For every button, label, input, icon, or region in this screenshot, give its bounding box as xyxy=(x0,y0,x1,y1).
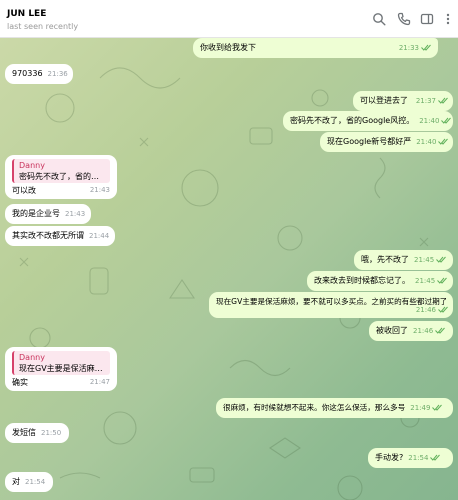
search-icon[interactable] xyxy=(372,12,386,26)
reply-sender: Danny xyxy=(19,161,45,170)
reply-snippet: 密码先不改了，省的Go... xyxy=(19,172,105,181)
message-time: 21:46 xyxy=(415,306,436,314)
message-time: 21:44 xyxy=(89,232,110,240)
message-time: 21:37 xyxy=(415,97,436,105)
message-text: 被收回了 xyxy=(376,326,408,335)
message-time: 21:43 xyxy=(89,186,110,194)
message-time: 21:54 xyxy=(25,478,46,486)
message-text: 970336 xyxy=(12,69,43,78)
read-checkmarks-icon xyxy=(438,138,449,145)
outgoing-message[interactable]: 被收回了 21:46 xyxy=(369,321,453,341)
contact-name[interactable]: JUN LEE xyxy=(7,9,46,19)
message-text: 发短信 xyxy=(12,428,36,437)
message-text: 密码先不改了，省的Google风控。 xyxy=(290,116,415,125)
read-checkmarks-icon xyxy=(441,117,452,124)
read-checkmarks-icon xyxy=(438,97,448,104)
phone-icon[interactable] xyxy=(397,12,411,26)
outgoing-message[interactable]: 改来改去到时候都忘记了。 21:45 xyxy=(307,271,453,291)
incoming-message[interactable]: 发短信 21:50 xyxy=(5,423,69,443)
incoming-message[interactable]: 970336 21:36 xyxy=(5,64,73,84)
message-time: 21:46 xyxy=(413,327,434,335)
read-checkmarks-icon xyxy=(438,306,448,313)
chat-area[interactable]: 你收到给我发下 21:33 970336 21:36 可以登进去了 21:37 密… xyxy=(0,38,458,500)
message-time: 21:43 xyxy=(65,210,86,218)
message-time: 21:45 xyxy=(415,277,436,285)
read-checkmarks-icon xyxy=(437,277,448,284)
more-icon[interactable] xyxy=(441,12,455,26)
message-time: 21:40 xyxy=(416,138,437,146)
message-text: 哦，先不改了 xyxy=(361,255,409,264)
message-time: 21:54 xyxy=(408,454,429,462)
message-time: 21:40 xyxy=(419,117,440,125)
reply-quote[interactable]: Danny 现在GV主要是保活麻烦... xyxy=(12,351,110,375)
reply-quote[interactable]: Danny 密码先不改了，省的Go... xyxy=(12,159,110,183)
read-checkmarks-icon xyxy=(435,327,446,334)
outgoing-message[interactable]: 哦，先不改了 21:45 xyxy=(354,250,453,270)
incoming-reply-message[interactable]: Danny 密码先不改了，省的Go... 可以改 21:43 xyxy=(5,155,117,199)
contact-status: last seen recently xyxy=(7,22,79,31)
message-text: 其实改不改都无所谓 xyxy=(12,231,84,240)
message-text: 确实 xyxy=(12,378,28,387)
message-text: 可以改 xyxy=(12,186,36,195)
sidebar-icon[interactable] xyxy=(420,12,434,26)
outgoing-message[interactable]: 现在Google新号都好严 21:40 xyxy=(320,132,453,152)
outgoing-message[interactable]: 手动发? 21:54 xyxy=(368,448,453,468)
message-text: 手动发? xyxy=(375,453,404,462)
message-text: 很麻烦，有时候就想不起来。你这怎么保活，那么多号 xyxy=(223,403,406,412)
outgoing-message[interactable]: 你收到给我发下 21:33 xyxy=(193,38,438,58)
message-text: 你收到给我发下 xyxy=(200,43,256,52)
read-checkmarks-icon xyxy=(430,454,441,461)
message-text: 可以登进去了 xyxy=(360,96,408,105)
read-checkmarks-icon xyxy=(432,404,443,411)
incoming-message[interactable]: 其实改不改都无所谓 21:44 xyxy=(5,226,115,246)
outgoing-message[interactable]: 现在GV主要是保活麻烦，要不就可以多买点。之前买的有些都过期了 21:46 xyxy=(209,292,453,318)
message-time: 21:45 xyxy=(414,256,435,264)
message-text: 现在Google新号都好严 xyxy=(327,137,412,146)
incoming-message[interactable]: 我的是企业号 21:43 xyxy=(5,204,91,224)
outgoing-message[interactable]: 很麻烦，有时候就想不起来。你这怎么保活，那么多号 21:49 xyxy=(216,398,453,418)
reply-snippet: 现在GV主要是保活麻烦... xyxy=(19,364,105,373)
outgoing-message[interactable]: 密码先不改了，省的Google风控。 21:40 xyxy=(283,111,453,131)
incoming-message[interactable]: 对 21:54 xyxy=(5,472,53,492)
read-checkmarks-icon xyxy=(436,256,447,263)
chat-header: JUN LEE last seen recently xyxy=(0,0,458,38)
message-time: 21:47 xyxy=(89,378,110,386)
incoming-reply-message[interactable]: Danny 现在GV主要是保活麻烦... 确实 21:47 xyxy=(5,347,117,391)
message-time: 21:50 xyxy=(41,429,62,437)
message-time: 21:49 xyxy=(410,404,431,412)
message-text: 我的是企业号 xyxy=(12,209,60,218)
message-text: 对 xyxy=(12,477,20,486)
message-time: 21:33 xyxy=(398,44,419,52)
read-checkmarks-icon xyxy=(421,44,431,51)
message-time: 21:36 xyxy=(47,70,68,78)
outgoing-message[interactable]: 可以登进去了 21:37 xyxy=(353,91,453,111)
message-text: 改来改去到时候都忘记了。 xyxy=(314,276,410,285)
reply-sender: Danny xyxy=(19,353,45,362)
